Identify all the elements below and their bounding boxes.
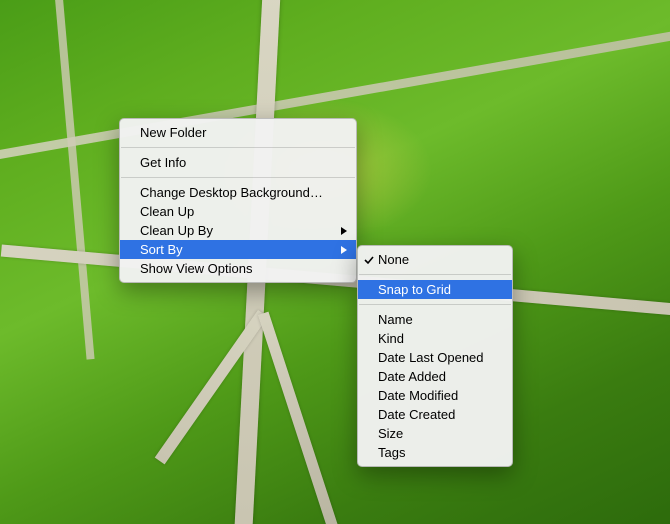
menu-item-clean-up[interactable]: Clean Up xyxy=(120,202,356,221)
menu-item-label: New Folder xyxy=(140,125,206,140)
menu-item-label: None xyxy=(378,252,409,267)
menu-separator xyxy=(359,304,511,305)
menu-item-get-info[interactable]: Get Info xyxy=(120,153,356,172)
menu-item-label: Date Last Opened xyxy=(378,350,484,365)
submenu-item-kind[interactable]: Kind xyxy=(358,329,512,348)
submenu-item-snap-to-grid[interactable]: Snap to Grid xyxy=(358,280,512,299)
menu-item-clean-up-by[interactable]: Clean Up By xyxy=(120,221,356,240)
menu-item-label: Clean Up xyxy=(140,204,194,219)
menu-item-change-desktop-background[interactable]: Change Desktop Background… xyxy=(120,183,356,202)
submenu-item-tags[interactable]: Tags xyxy=(358,443,512,462)
menu-item-label: Kind xyxy=(378,331,404,346)
submenu-arrow-icon xyxy=(340,221,348,240)
menu-item-label: Name xyxy=(378,312,413,327)
desktop-context-menu: New Folder Get Info Change Desktop Backg… xyxy=(119,118,357,283)
wallpaper-line xyxy=(53,0,94,360)
submenu-item-date-added[interactable]: Date Added xyxy=(358,367,512,386)
menu-item-label: Date Created xyxy=(378,407,455,422)
submenu-item-none[interactable]: None xyxy=(358,250,512,269)
menu-item-label: Clean Up By xyxy=(140,223,213,238)
menu-item-label: Change Desktop Background… xyxy=(140,185,323,200)
menu-item-label: Tags xyxy=(378,445,405,460)
menu-item-label: Date Added xyxy=(378,369,446,384)
submenu-item-size[interactable]: Size xyxy=(358,424,512,443)
checkmark-icon xyxy=(363,250,375,269)
menu-item-new-folder[interactable]: New Folder xyxy=(120,123,356,142)
menu-separator xyxy=(121,177,355,178)
menu-item-label: Get Info xyxy=(140,155,186,170)
menu-separator xyxy=(359,274,511,275)
menu-item-label: Sort By xyxy=(140,242,183,257)
menu-item-label: Size xyxy=(378,426,403,441)
desktop-wallpaper[interactable]: New Folder Get Info Change Desktop Backg… xyxy=(0,0,670,524)
submenu-item-date-last-opened[interactable]: Date Last Opened xyxy=(358,348,512,367)
menu-item-show-view-options[interactable]: Show View Options xyxy=(120,259,356,278)
menu-item-sort-by[interactable]: Sort By xyxy=(120,240,356,259)
submenu-item-name[interactable]: Name xyxy=(358,310,512,329)
menu-item-label: Snap to Grid xyxy=(378,282,451,297)
submenu-item-date-modified[interactable]: Date Modified xyxy=(358,386,512,405)
menu-item-label: Date Modified xyxy=(378,388,458,403)
menu-item-label: Show View Options xyxy=(140,261,253,276)
menu-separator xyxy=(121,147,355,148)
submenu-arrow-icon xyxy=(340,240,348,259)
submenu-item-date-created[interactable]: Date Created xyxy=(358,405,512,424)
sort-by-submenu: None Snap to Grid Name Kind Date Last Op… xyxy=(357,245,513,467)
wallpaper-line xyxy=(258,312,340,524)
